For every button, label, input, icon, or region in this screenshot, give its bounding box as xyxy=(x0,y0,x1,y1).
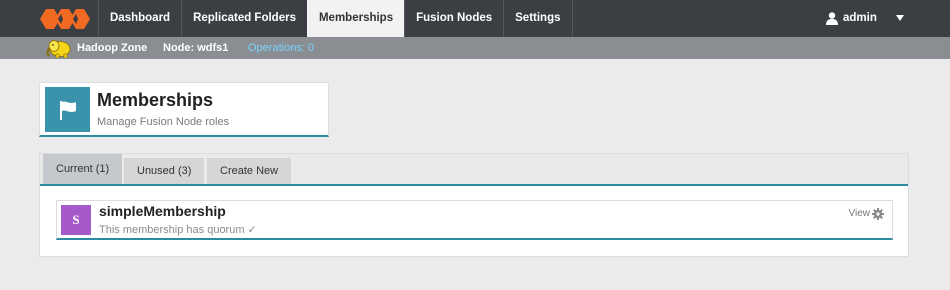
view-link[interactable]: View xyxy=(849,208,871,219)
chevron-down-icon[interactable] xyxy=(896,15,904,21)
zone-bar: Hadoop Zone Node: wdfs1 Operations: 0 xyxy=(0,37,950,59)
top-navbar: Dashboard Replicated Folders Memberships… xyxy=(0,0,950,37)
memberships-panel: Current (1) Unused (3) Create New S simp… xyxy=(39,153,909,257)
nav-tab-dashboard[interactable]: Dashboard xyxy=(98,0,181,37)
nav-tab-settings[interactable]: Settings xyxy=(503,0,573,37)
nav-tab-memberships[interactable]: Memberships xyxy=(306,0,405,37)
membership-avatar: S xyxy=(61,205,91,235)
membership-status: This membership has quorum ✓ xyxy=(99,224,257,236)
user-menu[interactable]: admin xyxy=(826,0,877,37)
membership-name: simpleMembership xyxy=(99,203,226,219)
membership-tabs: Current (1) Unused (3) Create New xyxy=(40,154,908,186)
membership-card[interactable]: S simpleMembership This membership has q… xyxy=(56,200,893,240)
tab-current[interactable]: Current (1) xyxy=(43,154,123,184)
gear-icon[interactable] xyxy=(872,208,884,220)
page-subtitle: Manage Fusion Node roles xyxy=(97,116,230,128)
user-name: admin xyxy=(843,12,877,24)
flag-icon xyxy=(45,87,90,132)
nav-tab-fusion-nodes[interactable]: Fusion Nodes xyxy=(404,0,503,37)
page-title: Memberships xyxy=(97,90,214,110)
zone-name: Hadoop Zone xyxy=(77,42,148,54)
page-header: Memberships Manage Fusion Node roles xyxy=(39,82,329,137)
hadoop-elephant-icon xyxy=(46,40,71,58)
user-icon xyxy=(826,12,838,25)
tab-unused[interactable]: Unused (3) xyxy=(124,158,205,184)
operations-link[interactable]: Operations: 0 xyxy=(248,37,314,59)
nav-tab-replicated-folders[interactable]: Replicated Folders xyxy=(181,0,307,37)
node-name: Node: wdfs1 xyxy=(163,42,229,54)
tab-create-new[interactable]: Create New xyxy=(207,158,292,184)
wandisco-logo[interactable] xyxy=(40,7,90,31)
